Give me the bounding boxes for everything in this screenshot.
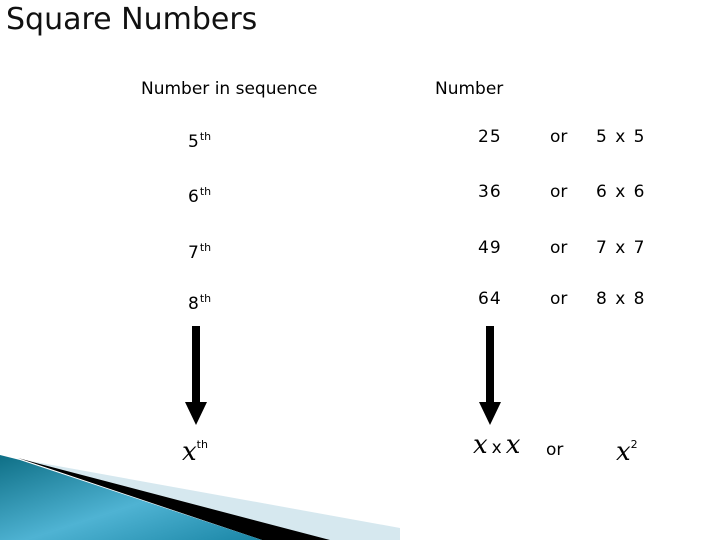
square-value: 64 <box>478 289 502 309</box>
or-label: or <box>546 440 564 460</box>
square-value: 49 <box>478 238 502 258</box>
header-number: Number <box>435 79 504 99</box>
page-title: Square Numbers <box>6 2 258 37</box>
product-expression: 5 x 5 <box>596 127 645 147</box>
product-expression: 7 x 7 <box>596 238 645 258</box>
header-number-in-sequence: Number in sequence <box>141 79 318 99</box>
variable-x: x <box>616 437 631 467</box>
down-arrow-icon <box>479 326 501 425</box>
variable-x: x <box>182 437 197 467</box>
or-label: or <box>550 238 568 258</box>
corner-decoration <box>0 455 400 540</box>
general-square: x2 <box>616 430 638 467</box>
ordinal-cell: 7th <box>188 238 211 263</box>
ordinal-cell: 8th <box>188 289 211 314</box>
ordinal-number: 5 <box>188 132 199 152</box>
times-sign: x <box>491 438 502 458</box>
ordinal-cell: 5th <box>188 127 211 152</box>
general-ordinal: xth <box>182 430 208 467</box>
ordinal-cell: 6th <box>188 182 211 207</box>
product-expression: 8 x 8 <box>596 289 645 309</box>
ordinal-suffix: th <box>199 130 212 143</box>
variable-x: x <box>473 430 488 460</box>
ordinal-suffix: th <box>199 292 212 305</box>
ordinal-number: 7 <box>188 243 199 263</box>
or-label: or <box>550 289 568 309</box>
down-arrow-icon <box>185 326 207 425</box>
square-value: 25 <box>478 127 502 147</box>
or-label: or <box>550 127 568 147</box>
general-product: xxx <box>473 430 520 463</box>
variable-x: x <box>505 430 521 460</box>
ordinal-number: 8 <box>188 294 199 314</box>
exponent: 2 <box>630 438 638 451</box>
ordinal-number: 6 <box>188 187 199 207</box>
product-expression: 6 x 6 <box>596 182 645 202</box>
ordinal-suffix: th <box>196 438 208 451</box>
or-label: or <box>550 182 568 202</box>
square-value: 36 <box>478 182 502 202</box>
ordinal-suffix: th <box>199 241 212 254</box>
ordinal-suffix: th <box>199 185 212 198</box>
